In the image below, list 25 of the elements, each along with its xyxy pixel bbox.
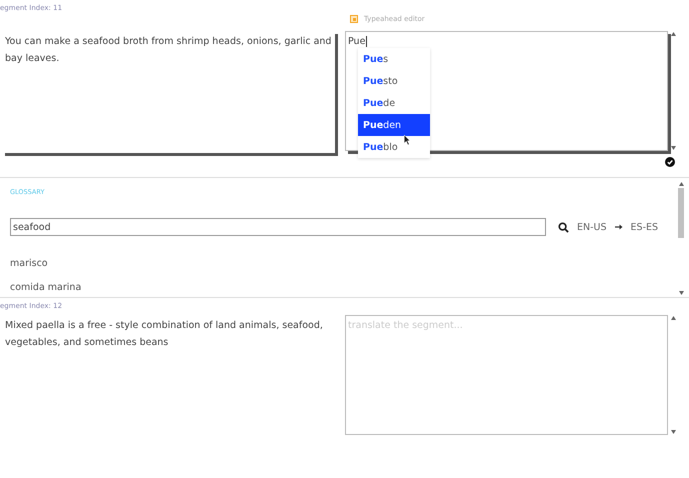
scroll-down-arrow-icon[interactable] [670,430,676,434]
scroll-up-arrow-icon[interactable] [670,32,676,36]
scroll-down-arrow-icon[interactable] [678,291,684,295]
suggestion-item[interactable]: Puesto [358,70,430,92]
target-language: ES-ES [630,222,658,232]
suggestion-item[interactable]: Pueblo [358,136,430,158]
scroll-up-arrow-icon[interactable] [678,182,684,186]
search-icon[interactable] [558,222,569,232]
suggestion-item[interactable]: Pues [358,48,430,70]
source-text: You can make a seafood broth from shrimp heads, onions, garlic and bay leaves. [5,35,332,66]
scrollbar-thumb[interactable] [678,188,684,238]
typed-text: Pue [348,36,368,47]
glossary-search-field[interactable]: seafood [10,218,546,236]
source-text: Mixed paella is a free - style combination of land animals, seafood, vegetables, and sometimes beans [5,319,324,350]
source-language: EN-US [577,222,607,232]
glossary-term: comida marina [10,281,82,295]
editor-icon [350,15,358,23]
suggestion-item[interactable]: Puede [358,92,430,114]
scroll-up-arrow-icon[interactable] [670,316,676,320]
check-circle-icon[interactable] [665,157,675,167]
scroll-down-arrow-icon[interactable] [670,146,676,150]
suggestion-item[interactable]: Pueden [358,114,430,136]
cursor-icon [404,135,411,145]
glossary-term: marisco [10,257,49,271]
arrow-right-icon [614,224,623,230]
